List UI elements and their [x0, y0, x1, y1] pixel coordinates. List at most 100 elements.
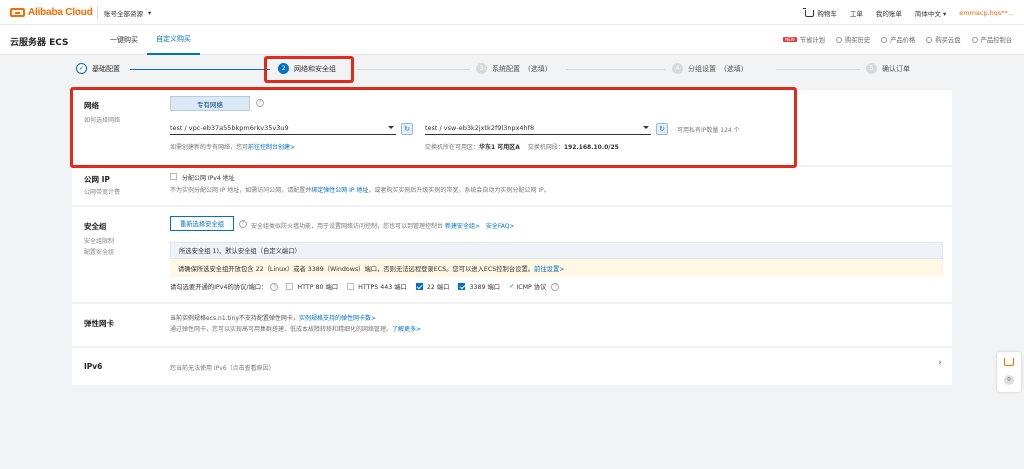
eni-line-1: 当前实例规格ecs.n1.tiny不支持配置弹性网卡，实例规格支持的弹性网卡数>	[170, 313, 376, 322]
purchase-mode-tabs: 一键购买 自定义购买	[101, 25, 200, 55]
security-group-description: 安全组类似防火墙功能，用于设置网络访问控制，您也可以到管理控制台 新建安全组> …	[251, 221, 515, 230]
purchase-history-link[interactable]: 购买历史	[835, 35, 871, 44]
console-link[interactable]: 产品控制台	[971, 35, 1012, 44]
public-ip-description: 不为实例分配公网 IP 地址，如需访问公网，请配置并绑定弹性公网 IP 地址，或…	[170, 185, 550, 194]
port-http-80[interactable]: HTTP 80 端口	[286, 282, 338, 291]
security-faq-link[interactable]: 安全FAQ>	[486, 223, 515, 230]
billing-link[interactable]: 我的账单	[876, 8, 902, 18]
configure-security-group-link[interactable]: 配置安全组	[84, 247, 114, 256]
price-icon	[881, 36, 888, 43]
step-basic-config[interactable]: ✓ 基础配置	[76, 63, 120, 74]
security-group-desc-text: 安全组类似防火墙功能，用于设置网络访问控制，您也可以到管理控制台	[251, 223, 444, 230]
port-label: 3389 端口	[469, 284, 501, 291]
wizard-steps: ✓ 基础配置 2 网络和安全组 3 系统配置 (选填) 4 分组设置 (选填) …	[0, 56, 1024, 84]
port-warning: 请确保所选安全组开放包含 22（Linux）或者 3389（Windows）端口…	[170, 259, 943, 277]
security-group-label: 安全组	[84, 222, 107, 231]
ports-label: 请勾选要开通的IPv4的协议/端口：	[170, 284, 268, 291]
checkbox[interactable]	[286, 283, 294, 290]
ticket-link[interactable]: 工单	[850, 8, 863, 18]
help-icon[interactable]: ?	[551, 282, 560, 291]
step-number: 3	[476, 63, 487, 74]
checkbox[interactable]	[347, 283, 355, 290]
savings-plan-link[interactable]: NEW 节省计划	[783, 35, 825, 44]
step-connector	[130, 69, 270, 70]
security-group-limit-link[interactable]: 安全组限制	[84, 236, 114, 245]
step-label: 确认订单	[882, 64, 910, 73]
selected-security-group: 所选安全组 1)、默认安全组（自定义端口）	[170, 242, 943, 259]
port-ssh-22[interactable]: 22 端口	[415, 282, 450, 291]
step-group-settings[interactable]: 4 分组设置 (选填)	[672, 63, 743, 74]
step-connector	[776, 69, 860, 70]
step-connector	[566, 69, 665, 70]
public-ip-desc-text: 不为实例分配公网 IP 地址，如需访问公网，请配置并	[170, 187, 312, 194]
port-https-443[interactable]: HTTPS 443 端口	[347, 282, 407, 291]
port-warning-text: 请确保所选安全组开放包含 22（Linux）或者 3389（Windows）端口…	[178, 265, 535, 273]
purchase-history-label: 购买历史	[844, 37, 871, 44]
pricing-label: 产品价格	[890, 37, 916, 44]
checkbox-checked[interactable]	[415, 283, 423, 290]
bandwidth-billing-link[interactable]: 公网带宽计费	[84, 187, 120, 196]
cart-link[interactable]: 购物车	[803, 7, 837, 18]
public-ip-desc-text-2: ，或者购买实例后升级实例的带宽，系统会自动为实例分配公网 IP。	[368, 187, 550, 194]
port-label: HTTPS 443 端口	[358, 284, 407, 291]
clock-icon	[835, 36, 842, 43]
chevron-down-icon: ▾	[148, 8, 152, 17]
alibaba-logo-icon	[10, 8, 25, 17]
ipv6-label: IPv6	[84, 362, 103, 371]
checkmark-icon: ✓	[509, 283, 515, 290]
reselect-security-group-button[interactable]: 重新选择安全组	[170, 216, 234, 231]
alibaba-cloud-logo[interactable]: Alibaba Cloud	[10, 6, 93, 19]
logo-text: Alibaba Cloud	[28, 7, 93, 18]
eni-text: 当前实例规格ecs.n1.tiny不支持配置弹性网卡，	[170, 315, 299, 322]
step-optional-label: (选填)	[528, 64, 548, 73]
help-icon[interactable]: ?	[270, 282, 279, 291]
disk-icon	[926, 36, 933, 43]
floating-cart-widget[interactable]: 0	[997, 352, 1021, 392]
bind-eip-link[interactable]: 绑定弹性公网 IP 地址	[311, 187, 368, 194]
eni-line-2: 通过弹性网卡，您可以实现高可用集群搭建、低成本故障转移和精细化的网络管理。了解更…	[170, 324, 421, 333]
step-system-config[interactable]: 3 系统配置 (选填)	[476, 63, 547, 74]
eni-text-2: 通过弹性网卡，您可以实现高可用集群搭建、低成本故障转移和精细化的网络管理。	[170, 326, 393, 333]
new-security-group-link[interactable]: 新建安全组>	[445, 223, 480, 230]
gear-icon	[971, 36, 978, 43]
user-account-link[interactable]: emmacp.hqs**...	[959, 9, 1014, 17]
public-ip-label: 公网 IP	[84, 175, 110, 184]
port-rdp-3389[interactable]: 3389 端口	[458, 282, 500, 291]
buy-disk-link[interactable]: 购买云盘	[926, 35, 961, 44]
savings-plan-label: 节省计划	[799, 37, 825, 44]
port-options: 请勾选要开通的IPv4的协议/端口： ? HTTP 80 端口 HTTPS 44…	[170, 282, 568, 291]
step-confirm-order[interactable]: 5 确认订单	[866, 63, 910, 74]
step-label: 基础配置	[92, 64, 120, 73]
port-label: 22 端口	[426, 284, 450, 291]
step-highlight-annotation	[264, 56, 354, 83]
pricing-link[interactable]: 产品价格	[881, 35, 915, 44]
account-scope-label: 账号全部资源	[104, 9, 143, 18]
icmp-option[interactable]: ✓ ICMP 协议?	[509, 282, 560, 291]
goto-settings-link[interactable]: 前往设置>	[534, 264, 564, 273]
ipv6-description[interactable]: 您当前无法使用 IPv6（点击查看原因）	[170, 363, 275, 372]
tab-quick-purchase[interactable]: 一键购买	[101, 25, 147, 55]
eni-count-link[interactable]: 实例规格支持的弹性网卡数>	[299, 315, 376, 322]
checkbox-checked[interactable]	[458, 283, 466, 290]
learn-more-link[interactable]: 了解更多>	[392, 326, 421, 333]
step-label: 系统配置	[492, 64, 520, 73]
cart-label: 购物车	[817, 9, 837, 18]
step-number: 5	[866, 63, 877, 74]
assign-public-ip-label: 分配公网 IPv4 地址	[182, 175, 235, 182]
top-navigation-bar: Alibaba Cloud 账号全部资源 ▾ 购物车 工单 我的账单 简体中文 …	[0, 0, 1024, 25]
page-title: 云服务器 ECS	[10, 38, 69, 48]
step-connector	[357, 69, 470, 70]
header-tools: NEW 节省计划 购买历史 产品价格 购买云盘 产品控制台	[783, 35, 1012, 44]
buy-disk-label: 购买云盘	[935, 37, 961, 44]
chevron-right-icon[interactable]: ›	[938, 358, 942, 368]
account-scope-dropdown[interactable]: 账号全部资源 ▾	[97, 6, 157, 19]
language-dropdown[interactable]: 简体中文 ▾	[915, 8, 946, 18]
icmp-label: ICMP 协议	[516, 284, 547, 291]
help-icon[interactable]: ?	[239, 220, 247, 228]
assign-public-ip-checkbox[interactable]	[170, 173, 177, 180]
eni-label: 弹性网卡	[84, 319, 114, 328]
step-optional-label: (选填)	[724, 64, 744, 73]
step-number: 4	[672, 63, 683, 74]
console-label: 产品控制台	[980, 37, 1012, 44]
tab-custom-purchase[interactable]: 自定义购买	[147, 25, 200, 55]
